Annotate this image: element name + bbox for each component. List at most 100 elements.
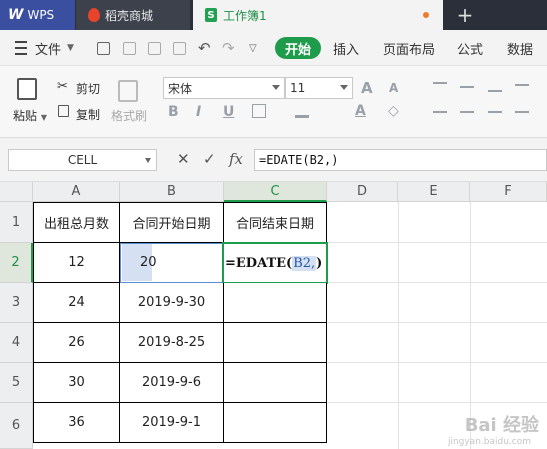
cell-c6[interactable] <box>224 403 327 443</box>
align-middle-icon[interactable] <box>460 86 474 88</box>
gridline <box>327 322 547 323</box>
cell-a2[interactable]: 12 <box>33 243 120 283</box>
tab-workbook[interactable]: S 工作簿1 <box>193 0 443 30</box>
plus-icon: + <box>456 3 474 27</box>
tab-data[interactable]: 数据 <box>507 30 533 66</box>
print-icon[interactable] <box>148 42 161 55</box>
cell-c1[interactable]: 合同结束日期 <box>224 202 327 243</box>
decrease-font-icon[interactable]: A <box>389 81 398 95</box>
cell-b3[interactable]: 2019-9-30 <box>120 283 224 323</box>
wrap-text-icon[interactable] <box>515 84 529 86</box>
font-name-select[interactable]: 宋体 <box>163 77 285 99</box>
cell-b2[interactable]: 20 <box>120 243 224 283</box>
column-header-b[interactable]: B <box>120 182 224 202</box>
cell-a4[interactable]: 26 <box>33 323 120 363</box>
column-header-d[interactable]: D <box>327 182 398 202</box>
column-header-c[interactable]: C <box>224 182 327 202</box>
watermark-logo: Bai 经验 <box>464 415 539 436</box>
align-right-icon[interactable] <box>488 111 502 113</box>
cell-b6[interactable]: 2019-9-1 <box>120 403 224 443</box>
tab-wps[interactable]: W WPS <box>0 0 75 30</box>
tab-home[interactable]: 开始 <box>275 37 322 59</box>
cell-a5[interactable]: 30 <box>33 363 120 403</box>
file-menu-label: 文件 <box>35 42 62 58</box>
undo-icon[interactable]: ↶ <box>198 30 211 66</box>
fill-color-icon[interactable] <box>295 104 309 118</box>
tab-store[interactable]: 稻壳商城 <box>76 0 190 30</box>
justify-icon[interactable] <box>515 111 529 113</box>
increase-font-icon[interactable]: A <box>361 79 373 97</box>
tab-insert-label: 插入 <box>333 42 360 58</box>
confirm-formula-icon[interactable]: ✓ <box>203 150 216 168</box>
formula-input[interactable]: =EDATE(B2,) <box>254 149 547 171</box>
row-header-2[interactable]: 2 <box>0 243 33 283</box>
tab-insert[interactable]: 插入 <box>333 30 359 66</box>
underline-button[interactable]: U <box>223 104 234 120</box>
copy-icon <box>58 105 69 117</box>
align-top-icon[interactable] <box>433 82 447 84</box>
column-header-f[interactable]: F <box>470 182 547 202</box>
print-preview-icon[interactable] <box>173 42 186 55</box>
format-painter-button[interactable]: 格式刷 <box>111 107 147 124</box>
name-box[interactable]: CELL <box>8 149 157 171</box>
watermark-url: jingyan.baidu.com <box>447 437 531 447</box>
tab-wps-label: WPS <box>27 8 55 22</box>
eraser-icon[interactable]: ◇ <box>388 103 399 119</box>
align-center-icon[interactable] <box>460 111 474 113</box>
bold-button[interactable]: B <box>168 104 179 120</box>
cell-a1[interactable]: 出租总月数 <box>33 202 120 243</box>
row-header-1[interactable]: 1 <box>0 202 33 243</box>
row-header-4[interactable]: 4 <box>0 323 33 363</box>
font-size-select[interactable]: 11 <box>285 77 353 99</box>
chevron-down-icon: ▼ <box>67 43 74 53</box>
cell-c5[interactable] <box>224 363 327 403</box>
select-all-corner[interactable] <box>0 182 33 202</box>
insert-function-button[interactable]: fx <box>229 150 243 168</box>
cell-b1[interactable]: 合同开始日期 <box>120 202 224 243</box>
cell-a3[interactable]: 24 <box>33 283 120 323</box>
cell-b4[interactable]: 2019-8-25 <box>120 323 224 363</box>
column-header-e[interactable]: E <box>398 182 470 202</box>
tab-home-label: 开始 <box>285 42 312 58</box>
menu-hamburger-icon[interactable] <box>14 30 28 66</box>
align-bottom-icon[interactable] <box>488 90 502 92</box>
redo-icon[interactable]: ↷ <box>222 30 235 66</box>
gridline <box>398 202 399 449</box>
cell-c2-editor[interactable]: =EDATE( B2, ) <box>222 242 328 284</box>
row-header-5[interactable]: 5 <box>0 363 33 403</box>
export-pdf-icon[interactable] <box>123 42 136 55</box>
tab-page-layout[interactable]: 页面布局 <box>383 30 435 66</box>
gridline <box>327 282 547 283</box>
font-color-icon[interactable]: A <box>355 103 366 119</box>
cell-a6[interactable]: 36 <box>33 403 120 443</box>
font-name-dropdown-icon <box>272 85 280 90</box>
formula-text: =EDATE(B2,) <box>259 153 339 167</box>
copy-button[interactable]: 复制 <box>76 106 100 123</box>
cell-c2-ref: B2, <box>292 255 317 271</box>
cell-b5[interactable]: 2019-9-6 <box>120 363 224 403</box>
name-box-value: CELL <box>67 153 98 167</box>
tab-store-label: 稻壳商城 <box>105 8 154 23</box>
align-left-icon[interactable] <box>433 111 447 113</box>
cell-c4[interactable] <box>224 323 327 363</box>
spreadsheet-grid: A B C D E F 1 2 3 4 5 6 出租总月数 合同开始日期 合同结… <box>0 182 547 449</box>
column-header-a[interactable]: A <box>33 182 120 202</box>
cancel-formula-icon[interactable]: ✕ <box>177 150 190 168</box>
borders-icon[interactable] <box>252 104 266 118</box>
cell-c3[interactable] <box>224 283 327 323</box>
unsaved-dot-icon <box>423 12 429 18</box>
gridline <box>327 402 547 403</box>
tab-formulas[interactable]: 公式 <box>457 30 483 66</box>
cell-b2-value: 20 <box>140 255 157 270</box>
paste-button[interactable]: 粘贴 ▼ <box>13 107 47 124</box>
new-tab-button[interactable]: + <box>450 0 480 30</box>
customize-dropdown-icon[interactable]: ▽ <box>249 30 257 66</box>
italic-button[interactable]: I <box>196 104 201 120</box>
ribbon-toolbar: 粘贴 ▼ ✂ 剪切 复制 格式刷 宋体 11 A A B I U A ◇ <box>0 66 547 138</box>
paste-icon[interactable] <box>17 78 37 100</box>
cut-button[interactable]: 剪切 <box>76 80 100 97</box>
file-menu[interactable]: 文件 ▼ <box>35 30 74 66</box>
row-header-3[interactable]: 3 <box>0 283 33 323</box>
row-header-6[interactable]: 6 <box>0 403 33 449</box>
save-icon[interactable] <box>97 42 110 55</box>
